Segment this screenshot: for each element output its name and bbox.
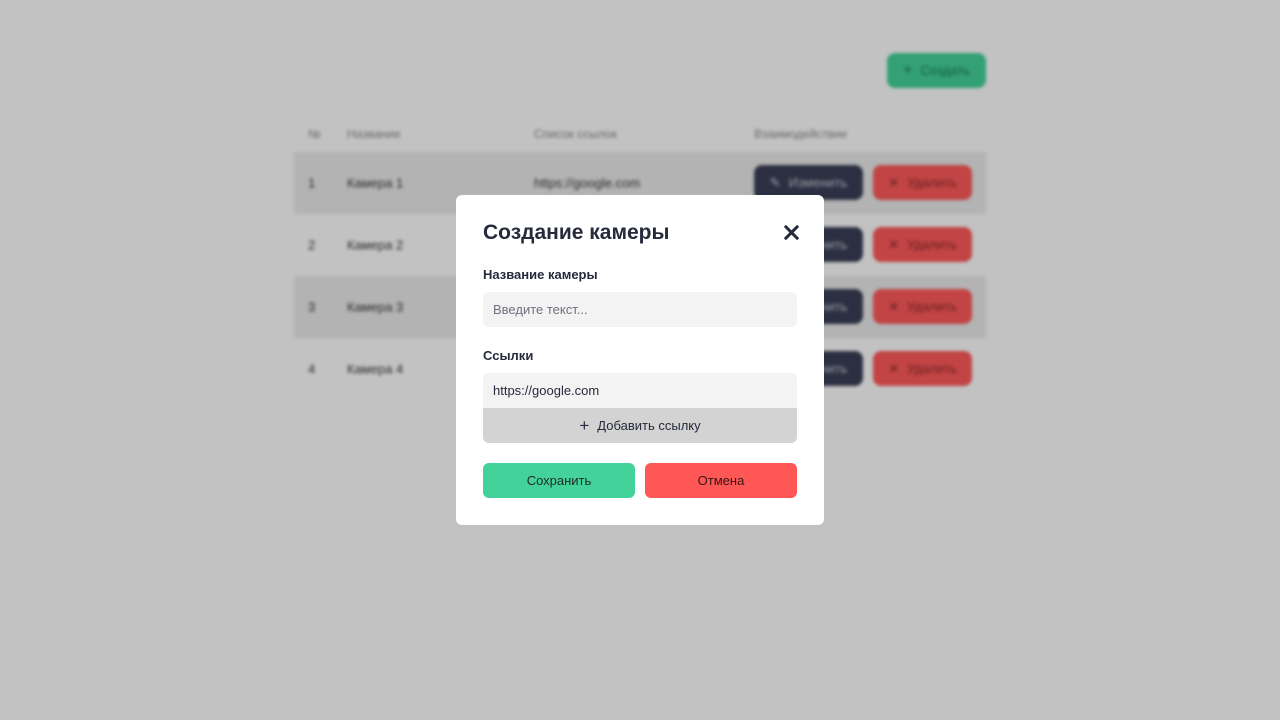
- close-icon[interactable]: [782, 223, 802, 243]
- camera-name-input[interactable]: [483, 292, 797, 327]
- save-button[interactable]: Сохранить: [483, 463, 635, 498]
- links-label: Ссылки: [483, 348, 534, 363]
- camera-name-label: Название камеры: [483, 267, 598, 282]
- links-list: https://google.com + Добавить ссылку: [483, 373, 797, 443]
- add-link-button[interactable]: + Добавить ссылку: [483, 408, 797, 443]
- add-link-label: Добавить ссылку: [597, 418, 701, 433]
- cancel-button[interactable]: Отмена: [645, 463, 797, 498]
- create-camera-modal: Создание камеры Название камеры Ссылки h…: [456, 195, 824, 525]
- plus-icon: +: [579, 416, 590, 435]
- link-item[interactable]: https://google.com: [483, 373, 797, 408]
- modal-title: Создание камеры: [483, 221, 670, 244]
